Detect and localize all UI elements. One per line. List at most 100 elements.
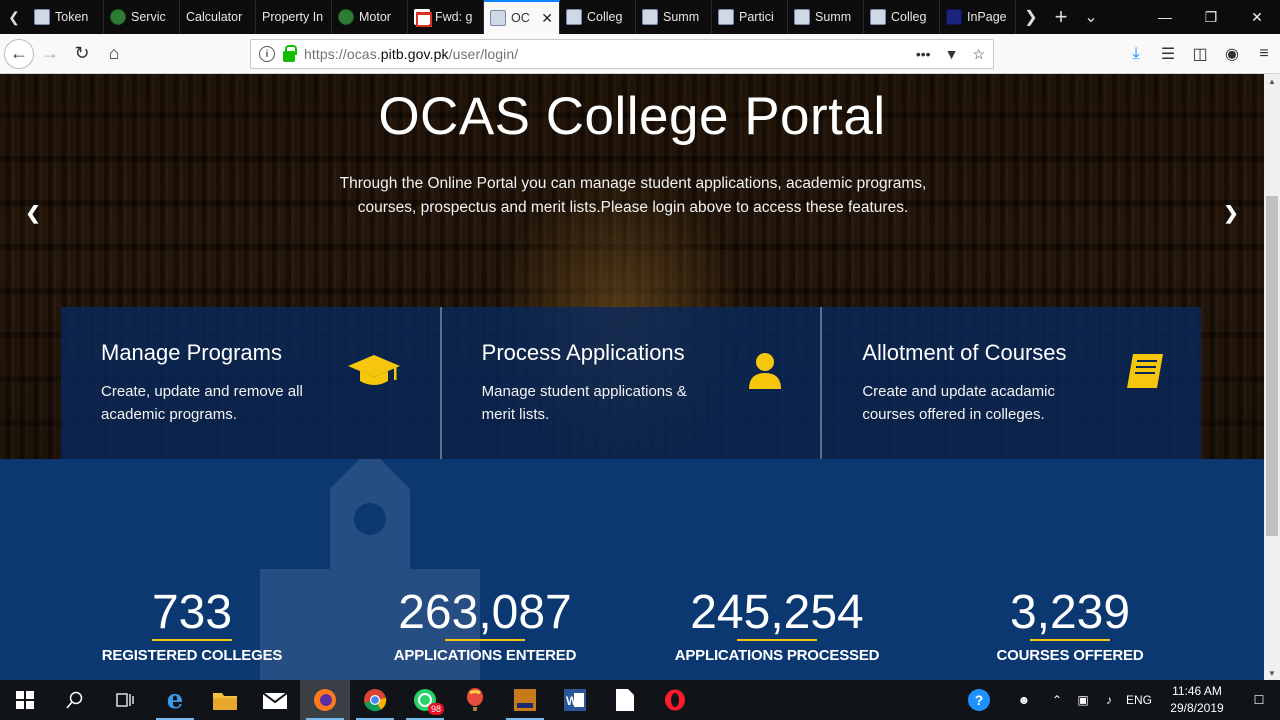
tab-list-chevron-icon[interactable]: ⌄ xyxy=(1076,0,1106,34)
help-icon[interactable]: ? xyxy=(954,689,1004,711)
stat-label: APPLICATIONS ENTERED xyxy=(393,647,577,664)
whatsapp-badge: 98 xyxy=(427,703,444,715)
page-scrollbar[interactable]: ▲ ▼ xyxy=(1264,74,1280,680)
close-tab-icon[interactable]: ✕ xyxy=(541,10,553,27)
stat-value: 3,239 xyxy=(1009,586,1131,639)
browser-tab[interactable]: Motor xyxy=(332,0,408,34)
whatsapp-icon[interactable]: 98 xyxy=(400,680,450,720)
people-icon[interactable]: ☻ xyxy=(1004,693,1044,707)
mail-icon[interactable] xyxy=(250,680,300,720)
sidebar-icon[interactable]: ◫ xyxy=(1184,44,1216,64)
carousel-next-icon[interactable]: ❯ xyxy=(1216,198,1246,228)
scroll-up-icon[interactable]: ▲ xyxy=(1264,74,1280,88)
stat-label: COURSES OFFERED xyxy=(996,647,1144,664)
tab-scroll-left-icon[interactable]: ❮ xyxy=(0,0,28,34)
tab-scroll-right-icon[interactable]: ❯ xyxy=(1016,0,1046,34)
book-icon xyxy=(1118,351,1172,391)
scroll-down-icon[interactable]: ▼ xyxy=(1264,666,1280,680)
browser-tab[interactable]: Fwd: g xyxy=(408,0,484,34)
url-prefix: https://ocas. xyxy=(304,46,381,62)
tab-label: OC xyxy=(511,11,530,25)
browser-tab[interactable]: Servic xyxy=(104,0,180,34)
browser-tab[interactable]: Colleg xyxy=(560,0,636,34)
browser-tab[interactable]: InPage xyxy=(940,0,1016,34)
site-info-icon[interactable]: i xyxy=(259,46,275,62)
pitb-icon xyxy=(870,9,886,25)
page-actions-icon[interactable]: ••• xyxy=(916,46,931,63)
user-icon xyxy=(738,351,792,391)
clock-time: 11:46 AM xyxy=(1172,684,1222,698)
close-window-icon[interactable]: ✕ xyxy=(1234,0,1280,34)
feature-title: Process Applications xyxy=(481,340,685,365)
download-icon[interactable]: ⤓ xyxy=(1120,45,1152,63)
stats-section: 733 REGISTERED COLLEGES 263,087 APPLICAT… xyxy=(0,459,1264,680)
edge-icon[interactable]: e xyxy=(150,680,200,720)
carousel-prev-icon[interactable]: ❮ xyxy=(18,198,48,228)
opera-icon[interactable] xyxy=(650,680,700,720)
menu-icon[interactable]: ≡ xyxy=(1248,45,1280,63)
pocket-icon[interactable]: ▼ xyxy=(945,46,959,63)
search-icon[interactable] xyxy=(50,680,100,720)
web-page: OCAS College Portal Through the Online P… xyxy=(0,74,1264,680)
browser-tab[interactable]: Token xyxy=(28,0,104,34)
library-icon[interactable]: ☰ xyxy=(1152,44,1184,64)
feature-manage-programs: Manage Programs Create, update and remov… xyxy=(61,307,440,459)
chrome-icon[interactable] xyxy=(350,680,400,720)
stat-label: APPLICATIONS PROCESSED xyxy=(674,647,880,664)
blank-document-icon[interactable] xyxy=(600,680,650,720)
start-windows-icon[interactable] xyxy=(0,680,50,720)
reload-button[interactable]: ↻ xyxy=(66,38,98,70)
window-controls: — ❐ ✕ xyxy=(1142,0,1280,34)
forward-button[interactable]: → xyxy=(34,38,66,70)
new-tab-icon[interactable]: + xyxy=(1046,0,1076,34)
notifications-icon[interactable]: ☐ xyxy=(1238,693,1280,707)
scrollbar-thumb[interactable] xyxy=(1266,196,1278,536)
account-icon[interactable]: ◉ xyxy=(1216,44,1248,64)
browser-tab[interactable]: Property In xyxy=(256,0,332,34)
url-text[interactable]: https://ocas.pitb.gov.pk/user/login/ xyxy=(304,46,518,62)
browser-tab[interactable]: Partici xyxy=(712,0,788,34)
browser-tab[interactable]: OC ✕ xyxy=(484,0,560,34)
inpage-icon xyxy=(946,9,962,25)
windows-taskbar: e 98 W ? ☻ ⌃ ▣ ♪ ENG 11:46 AM 29/8/2019 … xyxy=(0,680,1280,720)
paint-balloon-icon[interactable] xyxy=(450,680,500,720)
volume-icon[interactable]: ♪ xyxy=(1096,693,1122,707)
clock[interactable]: 11:46 AM 29/8/2019 xyxy=(1156,683,1238,717)
bookmark-star-icon[interactable]: ☆ xyxy=(972,46,985,63)
pitb-icon xyxy=(794,9,810,25)
globe-green-icon xyxy=(338,9,354,25)
back-button[interactable]: ← xyxy=(4,38,34,69)
toolbar-right: ⤓ ☰ ◫ ◉ ≡ xyxy=(1120,34,1280,74)
home-button[interactable]: ⌂ xyxy=(98,38,130,70)
stat-value: 245,254 xyxy=(690,586,864,639)
word-icon[interactable]: W xyxy=(550,680,600,720)
globe-green-icon xyxy=(110,9,126,25)
language-indicator[interactable]: ENG xyxy=(1122,693,1156,707)
stat-courses-offered: 3,239 COURSES OFFERED xyxy=(950,586,1190,665)
browser-tab[interactable]: Colleg xyxy=(864,0,940,34)
url-path: /user/login/ xyxy=(448,46,519,62)
browser-tab[interactable]: Summ xyxy=(636,0,712,34)
tab-label: Summ xyxy=(663,10,700,24)
address-bar[interactable]: i https://ocas.pitb.gov.pk/user/login/ •… xyxy=(250,39,994,69)
tray-expand-icon[interactable]: ⌃ xyxy=(1044,693,1070,707)
tab-label: Colleg xyxy=(891,10,927,24)
firefox-icon[interactable] xyxy=(300,680,350,720)
page-title: OCAS College Portal xyxy=(378,87,886,146)
browser-tab[interactable]: Calculator xyxy=(180,0,256,34)
stat-applications-processed: 245,254 APPLICATIONS PROCESSED xyxy=(657,586,897,665)
inpage-icon[interactable] xyxy=(500,680,550,720)
minimize-icon[interactable]: — xyxy=(1142,0,1188,34)
browser-tab[interactable]: Summ xyxy=(788,0,864,34)
stat-registered-colleges: 733 REGISTERED COLLEGES xyxy=(72,587,312,665)
tab-label: Colleg xyxy=(587,10,623,24)
tab-label: InPage xyxy=(967,10,1007,24)
pitb-icon xyxy=(718,9,734,25)
tab-label: Property In xyxy=(262,10,324,24)
task-view-icon[interactable] xyxy=(100,680,150,720)
tab-label: Summ xyxy=(815,10,852,24)
restore-icon[interactable]: ❐ xyxy=(1188,0,1234,34)
file-explorer-icon[interactable] xyxy=(200,680,250,720)
tab-label: Servic xyxy=(131,10,166,24)
network-icon[interactable]: ▣ xyxy=(1070,693,1096,707)
